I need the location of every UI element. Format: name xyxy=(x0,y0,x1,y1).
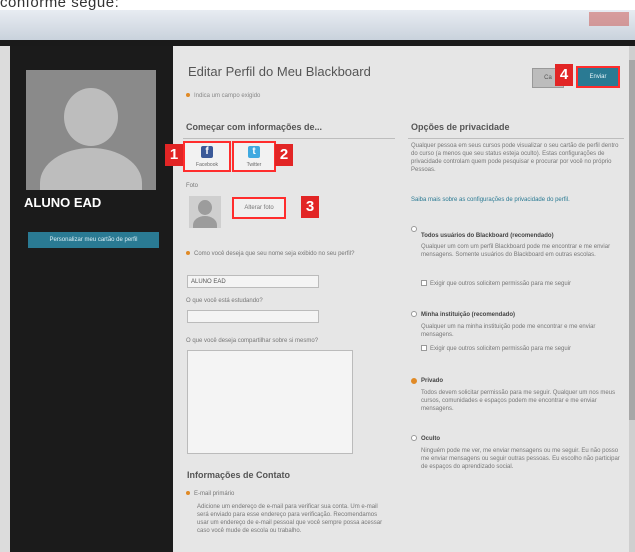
about-me-label: O que você deseja compartilhar sobre si … xyxy=(186,338,319,344)
privacy-radio-all-users[interactable] xyxy=(411,226,417,232)
edit-photo-button[interactable]: Alterar foto xyxy=(232,197,286,219)
privacy-divider xyxy=(408,138,624,139)
require-permission-checkbox[interactable] xyxy=(421,345,427,352)
privacy-option-all-users-check-row[interactable]: Exigir que outros solicitem permissão pa… xyxy=(421,280,621,288)
primary-email-label: E-mail primário xyxy=(186,490,234,498)
about-me-textarea[interactable] xyxy=(187,350,353,454)
required-dot-icon xyxy=(186,251,190,256)
required-hint-text: Indica um campo exigido xyxy=(194,93,261,99)
privacy-option-institution-desc: Qualquer um na minha instituição pode me… xyxy=(421,324,596,338)
required-hint: Indica um campo exigido xyxy=(186,93,260,99)
callout-4: 4 xyxy=(555,64,573,86)
privacy-option-institution-check-row[interactable]: Exigir que outros solicitem permissão pa… xyxy=(421,345,621,353)
profile-avatar-icon xyxy=(26,70,156,190)
facebook-import-button[interactable]: f Facebook xyxy=(183,141,231,172)
callout-1: 1 xyxy=(165,144,183,166)
callout-3: 3 xyxy=(301,196,319,218)
required-dot-icon xyxy=(186,93,190,98)
scrollbar-thumb[interactable] xyxy=(629,60,635,420)
privacy-option-hidden-title: Oculto xyxy=(421,436,440,442)
studying-label: O que você está estudando? xyxy=(186,298,263,304)
callout-2: 2 xyxy=(275,144,293,166)
privacy-radio-institution[interactable] xyxy=(411,311,417,317)
twitter-import-button[interactable]: t Twitter xyxy=(232,141,276,172)
privacy-heading: Opções de privacidade xyxy=(411,122,510,132)
twitter-icon: t xyxy=(248,146,260,158)
photo-avatar-icon xyxy=(189,196,221,228)
facebook-label: Facebook xyxy=(196,162,218,168)
start-with-info-heading: Começar com informações de... xyxy=(186,122,323,132)
photo-label: Foto xyxy=(186,183,199,189)
privacy-option-institution-title: Minha instituição (recomendado) xyxy=(421,312,516,318)
privacy-learn-more-link[interactable]: Saiba mais sobre as configurações de pri… xyxy=(411,196,621,204)
require-permission-label: Exigir que outros solicitem permissão pa… xyxy=(430,281,572,287)
require-permission-label: Exigir que outros solicitem permissão pa… xyxy=(430,346,572,352)
facebook-icon: f xyxy=(201,146,213,158)
privacy-intro: Qualquer pessoa em seus cursos pode visu… xyxy=(411,143,619,173)
display-name-input[interactable]: ALUNO EAD xyxy=(187,275,319,288)
privacy-radio-hidden[interactable] xyxy=(411,435,417,441)
twitter-label: Twitter xyxy=(246,162,262,168)
primary-email-label-text: E-mail primário xyxy=(194,491,235,497)
section-divider xyxy=(183,138,395,139)
privacy-option-private-desc: Todos devem solicitar permissão para me … xyxy=(421,390,616,412)
privacy-option-all-users-title: Todos usuários do Blackboard (recomendad… xyxy=(421,233,554,239)
privacy-radio-private[interactable] xyxy=(411,378,417,384)
contact-info-heading: Informações de Contato xyxy=(187,470,291,480)
primary-email-help: Adicione um endereço de e-mail para veri… xyxy=(197,504,383,534)
window-close-icon[interactable] xyxy=(589,12,629,26)
privacy-option-private-title: Privado xyxy=(421,378,444,384)
require-permission-checkbox[interactable] xyxy=(421,280,427,287)
window-titlebar xyxy=(0,10,635,40)
customize-profile-card-button[interactable]: Personalizar meu cartão de perfil xyxy=(28,232,159,248)
send-button[interactable]: Enviar xyxy=(576,66,620,88)
page-title: Editar Perfil do Meu Blackboard xyxy=(188,64,371,79)
privacy-option-hidden-desc: Ninguém pode me ver, me enviar mensagens… xyxy=(421,448,620,470)
display-name-question-text: Como você deseja que seu nome seja exibi… xyxy=(194,251,355,257)
privacy-option-all-users-desc: Qualquer um com um perfil Blackboard pod… xyxy=(421,244,611,258)
user-name: ALUNO EAD xyxy=(24,195,102,210)
display-name-question: Como você deseja que seu nome seja exibi… xyxy=(186,250,386,258)
required-dot-icon xyxy=(186,491,190,496)
studying-input[interactable] xyxy=(187,310,319,323)
